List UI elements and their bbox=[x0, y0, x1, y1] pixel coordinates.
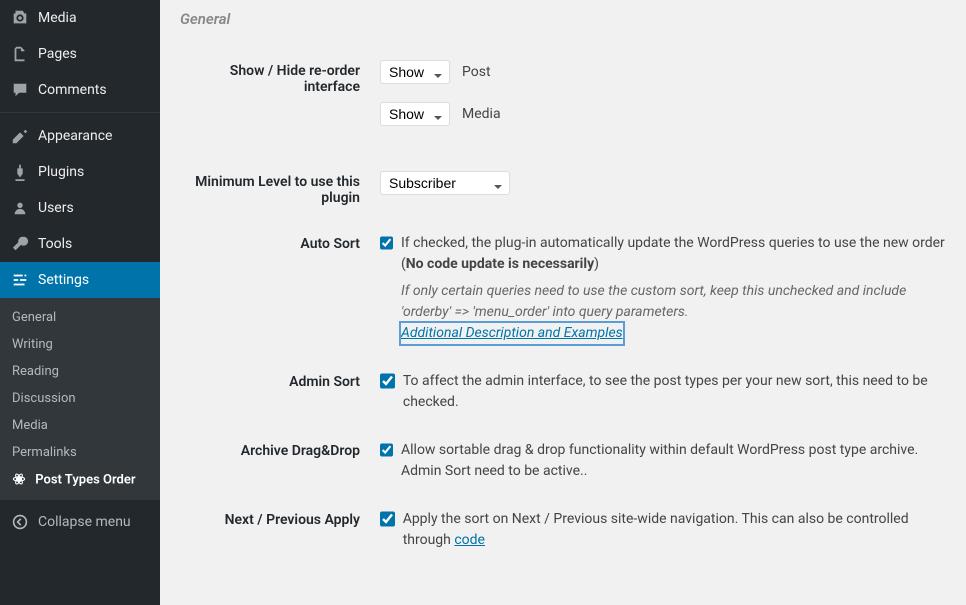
appearance-icon bbox=[10, 126, 30, 146]
menu-item-comments[interactable]: Comments bbox=[0, 72, 160, 108]
settings-icon bbox=[10, 270, 30, 290]
text-bold: No code update is necessarily bbox=[406, 256, 594, 272]
select-show-hide-post[interactable]: Show bbox=[380, 60, 450, 84]
admin-sidebar: Media Pages Comments Appearance Plugins … bbox=[0, 0, 160, 605]
menu-label: Media bbox=[38, 10, 77, 26]
settings-submenu: General Writing Reading Discussion Media… bbox=[0, 298, 160, 500]
field-label-next-prev: Next / Previous Apply bbox=[180, 497, 380, 566]
field-label-min-level: Minimum Level to use this plugin bbox=[180, 159, 380, 221]
auto-sort-note: If only certain queries need to use the … bbox=[401, 281, 946, 323]
menu-item-users[interactable]: Users bbox=[0, 190, 160, 226]
menu-label: Appearance bbox=[38, 128, 112, 144]
menu-item-tools[interactable]: Tools bbox=[0, 226, 160, 262]
code-link[interactable]: code bbox=[454, 532, 485, 548]
menu-item-media[interactable]: Media bbox=[0, 0, 160, 36]
submenu-permalinks[interactable]: Permalinks bbox=[0, 439, 160, 466]
menu-label: Settings bbox=[38, 272, 89, 288]
field-label-archive-dnd: Archive Drag&Drop bbox=[180, 428, 380, 497]
select-show-hide-media[interactable]: Show bbox=[380, 102, 450, 126]
submenu-media[interactable]: Media bbox=[0, 412, 160, 439]
menu-label: Pages bbox=[38, 46, 77, 62]
plugins-icon bbox=[10, 162, 30, 182]
select-min-level[interactable]: Subscriber bbox=[380, 171, 510, 195]
comments-icon bbox=[10, 80, 30, 100]
menu-item-settings[interactable]: Settings bbox=[0, 262, 160, 298]
submenu-reading[interactable]: Reading bbox=[0, 358, 160, 385]
submenu-label: Post Types Order bbox=[35, 472, 135, 487]
checkbox-auto-sort[interactable] bbox=[380, 235, 393, 251]
menu-label: Tools bbox=[38, 236, 72, 252]
post-type-label: Media bbox=[462, 104, 501, 125]
settings-form-table: Show / Hide re-order interface Show Post… bbox=[180, 48, 946, 566]
main-content: General Show / Hide re-order interface S… bbox=[160, 0, 966, 605]
media-icon bbox=[10, 8, 30, 28]
collapse-icon bbox=[10, 512, 30, 532]
menu-item-plugins[interactable]: Plugins bbox=[0, 154, 160, 190]
submenu-post-types-order[interactable]: Post Types Order bbox=[0, 466, 160, 494]
menu-separator bbox=[0, 108, 160, 113]
field-label-admin-sort: Admin Sort bbox=[180, 359, 380, 428]
tools-icon bbox=[10, 234, 30, 254]
section-title: General bbox=[180, 10, 946, 28]
users-icon bbox=[10, 198, 30, 218]
submenu-writing[interactable]: Writing bbox=[0, 331, 160, 358]
admin-sort-description: To affect the admin interface, to see th… bbox=[403, 371, 946, 413]
field-label-show-hide: Show / Hide re-order interface bbox=[180, 48, 380, 159]
text: ) bbox=[594, 256, 599, 272]
collapse-menu[interactable]: Collapse menu bbox=[0, 504, 160, 540]
pages-icon bbox=[10, 44, 30, 64]
collapse-label: Collapse menu bbox=[38, 514, 131, 530]
archive-dnd-description: Allow sortable drag & drop functionality… bbox=[401, 440, 946, 482]
post-type-label: Post bbox=[462, 62, 491, 83]
submenu-discussion[interactable]: Discussion bbox=[0, 385, 160, 412]
next-prev-description: Apply the sort on Next / Previous site-w… bbox=[403, 509, 946, 551]
menu-item-appearance[interactable]: Appearance bbox=[0, 118, 160, 154]
field-label-auto-sort: Auto Sort bbox=[180, 221, 380, 359]
checkbox-archive-dnd[interactable] bbox=[380, 442, 393, 458]
submenu-general[interactable]: General bbox=[0, 304, 160, 331]
atom-icon bbox=[12, 472, 28, 488]
auto-sort-description: If checked, the plug-in automatically up… bbox=[401, 233, 946, 344]
checkbox-next-prev[interactable] bbox=[380, 511, 395, 527]
menu-label: Comments bbox=[38, 82, 107, 98]
auto-sort-link[interactable]: Additional Description and Examples bbox=[401, 323, 623, 344]
menu-item-pages[interactable]: Pages bbox=[0, 36, 160, 72]
menu-label: Plugins bbox=[38, 164, 84, 180]
menu-label: Users bbox=[38, 200, 74, 216]
checkbox-admin-sort[interactable] bbox=[380, 373, 395, 389]
